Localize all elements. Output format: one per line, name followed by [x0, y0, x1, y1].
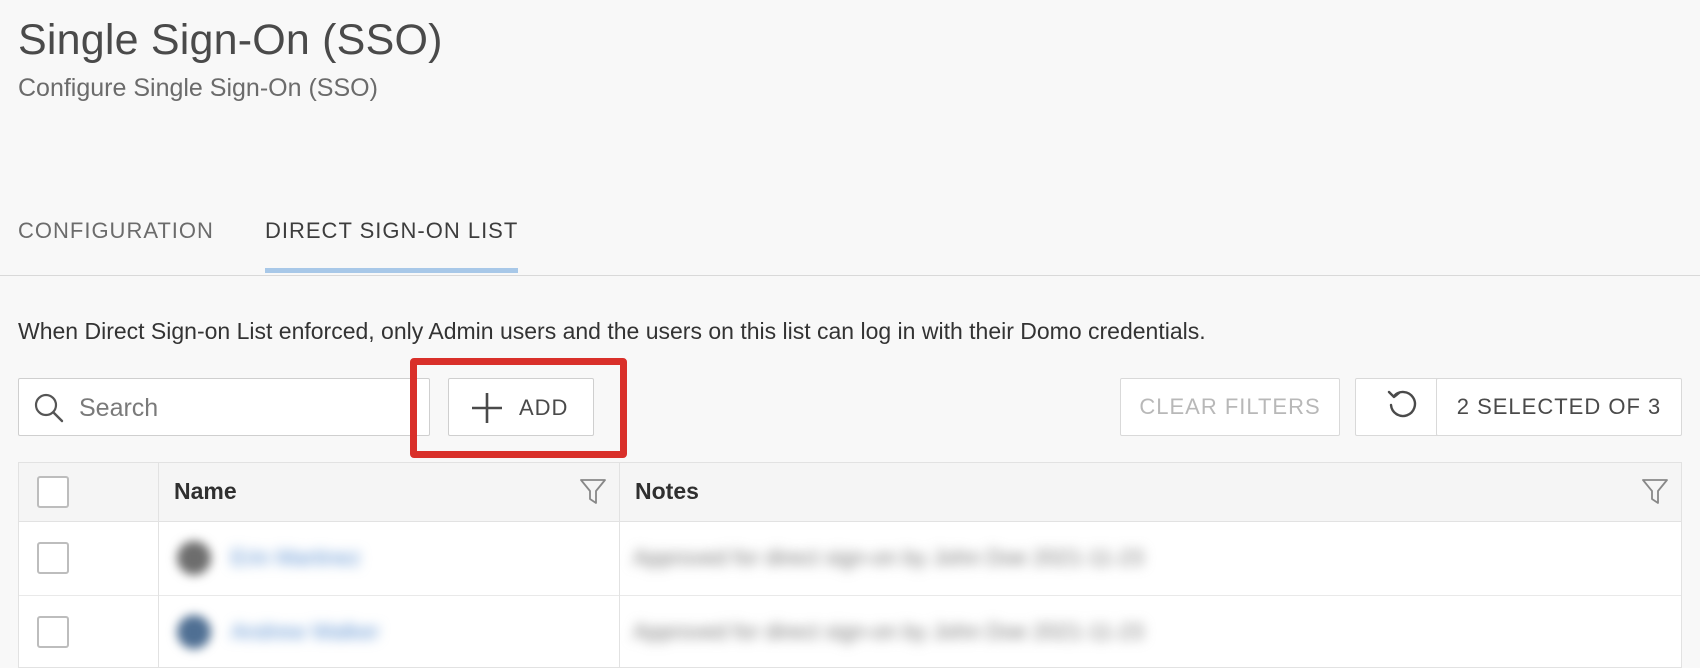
notes-filter-icon[interactable] [1641, 477, 1669, 512]
add-button[interactable]: ADD [448, 378, 594, 436]
user-name-link[interactable]: Andrew Walker [231, 619, 379, 645]
tab-bar: CONFIGURATION DIRECT SIGN-ON LIST [0, 200, 1700, 276]
row-checkbox[interactable] [37, 542, 69, 574]
row-checkbox[interactable] [37, 616, 69, 648]
notes-cell: Approved for direct sign-on by John Doe … [633, 545, 1144, 570]
column-header-notes[interactable]: Notes [635, 478, 699, 505]
table-row[interactable]: Erin Martinez Approved for direct sign-o… [19, 521, 1681, 596]
reset-icon [1385, 386, 1421, 428]
search-input[interactable] [77, 387, 421, 429]
page-subtitle: Configure Single Sign-On (SSO) [18, 74, 378, 102]
name-filter-icon[interactable] [579, 477, 607, 512]
user-name-link[interactable]: Erin Martinez [231, 545, 361, 571]
sso-page: Single Sign-On (SSO) Configure Single Si… [0, 0, 1700, 668]
column-divider [619, 463, 620, 667]
clear-filters-button[interactable]: CLEAR FILTERS [1120, 378, 1340, 436]
tab-direct-sign-on-list[interactable]: DIRECT SIGN-ON LIST [265, 218, 519, 273]
search-icon [33, 392, 65, 429]
plus-icon [469, 393, 505, 428]
avatar [177, 615, 211, 649]
column-header-name[interactable]: Name [174, 478, 237, 505]
notes-cell: Approved for direct sign-on by John Doe … [633, 619, 1144, 644]
description-text: When Direct Sign-on List enforced, only … [18, 318, 1206, 344]
selection-count-button[interactable]: 2 SELECTED OF 3 [1436, 378, 1682, 436]
direct-sign-on-table: Name Notes Erin Martinez Approved for di… [18, 462, 1682, 668]
select-all-checkbox[interactable] [37, 476, 69, 508]
tab-configuration[interactable]: CONFIGURATION [18, 218, 214, 273]
table-header: Name Notes [19, 463, 1681, 522]
column-divider [158, 463, 159, 667]
page-title: Single Sign-On (SSO) [18, 16, 443, 64]
search-field[interactable] [18, 378, 430, 436]
add-button-label: ADD [519, 395, 569, 420]
avatar [177, 541, 211, 575]
table-row[interactable]: Andrew Walker Approved for direct sign-o… [19, 595, 1681, 667]
